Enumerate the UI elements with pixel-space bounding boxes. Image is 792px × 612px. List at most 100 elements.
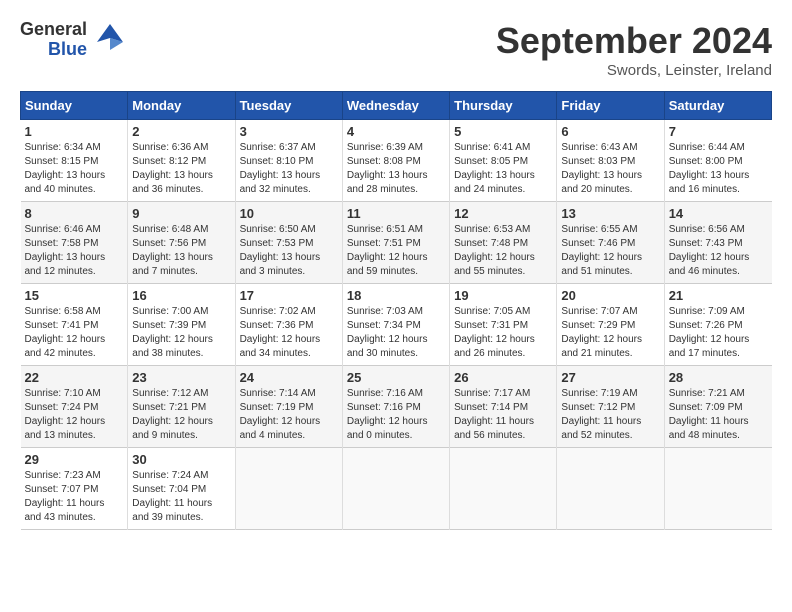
day-number: 11 xyxy=(347,206,445,221)
header-saturday: Saturday xyxy=(664,92,771,120)
calendar-cell: 24 Sunrise: 7:14 AM Sunset: 7:19 PM Dayli… xyxy=(235,366,342,448)
day-number: 6 xyxy=(561,124,659,139)
calendar-cell xyxy=(664,448,771,530)
title-area: September 2024 Swords, Leinster, Ireland xyxy=(496,20,772,79)
day-number: 5 xyxy=(454,124,552,139)
day-number: 18 xyxy=(347,288,445,303)
day-info: Sunrise: 6:41 AM Sunset: 8:05 PM Dayligh… xyxy=(454,141,552,197)
calendar-week-row: 8 Sunrise: 6:46 AM Sunset: 7:58 PM Daylig… xyxy=(21,202,772,284)
header-wednesday: Wednesday xyxy=(342,92,449,120)
day-info: Sunrise: 7:02 AM Sunset: 7:36 PM Dayligh… xyxy=(240,305,338,361)
day-number: 23 xyxy=(132,370,230,385)
calendar-cell xyxy=(557,448,664,530)
day-number: 10 xyxy=(240,206,338,221)
header-tuesday: Tuesday xyxy=(235,92,342,120)
calendar-cell: 27Sunrise: 7:19 AM Sunset: 7:12 PM Dayli… xyxy=(557,366,664,448)
calendar-cell: 18 Sunrise: 7:03 AM Sunset: 7:34 PM Dayli… xyxy=(342,284,449,366)
calendar-week-row: 15 Sunrise: 6:58 AM Sunset: 7:41 PM Dayli… xyxy=(21,284,772,366)
day-info: Sunrise: 6:48 AM Sunset: 7:56 PM Dayligh… xyxy=(132,223,230,279)
day-number: 3 xyxy=(240,124,338,139)
day-info: Sunrise: 7:03 AM Sunset: 7:34 PM Dayligh… xyxy=(347,305,445,361)
calendar-cell: 23 Sunrise: 7:12 AM Sunset: 7:21 PM Dayli… xyxy=(128,366,235,448)
calendar-cell xyxy=(235,448,342,530)
day-info: Sunrise: 7:17 AM Sunset: 7:14 PM Dayligh… xyxy=(454,387,552,443)
page-header: General Blue September 2024 Swords, Lein… xyxy=(20,20,772,79)
calendar-cell: 20 Sunrise: 7:07 AM Sunset: 7:29 PM Dayli… xyxy=(557,284,664,366)
day-number: 22 xyxy=(25,370,124,385)
calendar-header-row: SundayMondayTuesdayWednesdayThursdayFrid… xyxy=(21,92,772,120)
calendar-cell: 15 Sunrise: 6:58 AM Sunset: 7:41 PM Dayli… xyxy=(21,284,128,366)
calendar-cell: 28 Sunrise: 7:21 AM Sunset: 7:09 PM Dayli… xyxy=(664,366,771,448)
day-number: 14 xyxy=(669,206,768,221)
day-info: Sunrise: 6:58 AM Sunset: 7:41 PM Dayligh… xyxy=(25,305,124,361)
day-number: 1 xyxy=(25,124,124,139)
day-info: Sunrise: 7:10 AM Sunset: 7:24 PM Dayligh… xyxy=(25,387,124,443)
day-info: Sunrise: 6:39 AM Sunset: 8:08 PM Dayligh… xyxy=(347,141,445,197)
location-subtitle: Swords, Leinster, Ireland xyxy=(496,62,772,79)
calendar-cell: 9 Sunrise: 6:48 AM Sunset: 7:56 PM Daylig… xyxy=(128,202,235,284)
day-info: Sunrise: 7:16 AM Sunset: 7:16 PM Dayligh… xyxy=(347,387,445,443)
calendar-cell: 4 Sunrise: 6:39 AM Sunset: 8:08 PM Daylig… xyxy=(342,120,449,202)
day-info: Sunrise: 7:21 AM Sunset: 7:09 PM Dayligh… xyxy=(669,387,768,443)
day-info: Sunrise: 7:05 AM Sunset: 7:31 PM Dayligh… xyxy=(454,305,552,361)
calendar-cell: 12 Sunrise: 6:53 AM Sunset: 7:48 PM Dayli… xyxy=(450,202,557,284)
calendar-cell: 3 Sunrise: 6:37 AM Sunset: 8:10 PM Daylig… xyxy=(235,120,342,202)
calendar-cell: 14Sunrise: 6:56 AM Sunset: 7:43 PM Dayli… xyxy=(664,202,771,284)
calendar-cell: 11 Sunrise: 6:51 AM Sunset: 7:51 PM Dayli… xyxy=(342,202,449,284)
day-number: 29 xyxy=(25,452,124,467)
calendar-cell: 1 Sunrise: 6:34 AM Sunset: 8:15 PM Daylig… xyxy=(21,120,128,202)
header-monday: Monday xyxy=(128,92,235,120)
day-number: 16 xyxy=(132,288,230,303)
header-friday: Friday xyxy=(557,92,664,120)
calendar-cell: 8 Sunrise: 6:46 AM Sunset: 7:58 PM Daylig… xyxy=(21,202,128,284)
day-number: 25 xyxy=(347,370,445,385)
day-info: Sunrise: 7:09 AM Sunset: 7:26 PM Dayligh… xyxy=(669,305,768,361)
calendar-cell: 13Sunrise: 6:55 AM Sunset: 7:46 PM Dayli… xyxy=(557,202,664,284)
day-number: 24 xyxy=(240,370,338,385)
day-info: Sunrise: 7:07 AM Sunset: 7:29 PM Dayligh… xyxy=(561,305,659,361)
day-number: 13 xyxy=(561,206,659,221)
calendar-cell xyxy=(450,448,557,530)
calendar-cell xyxy=(342,448,449,530)
day-info: Sunrise: 7:12 AM Sunset: 7:21 PM Dayligh… xyxy=(132,387,230,443)
calendar-cell: 16Sunrise: 7:00 AM Sunset: 7:39 PM Dayli… xyxy=(128,284,235,366)
day-info: Sunrise: 7:24 AM Sunset: 7:04 PM Dayligh… xyxy=(132,469,230,525)
calendar-cell: 2 Sunrise: 6:36 AM Sunset: 8:12 PM Daylig… xyxy=(128,120,235,202)
calendar-table: SundayMondayTuesdayWednesdayThursdayFrid… xyxy=(20,91,772,530)
day-info: Sunrise: 6:34 AM Sunset: 8:15 PM Dayligh… xyxy=(25,141,124,197)
logo: General Blue xyxy=(20,20,125,60)
day-info: Sunrise: 7:14 AM Sunset: 7:19 PM Dayligh… xyxy=(240,387,338,443)
day-number: 21 xyxy=(669,288,768,303)
day-number: 17 xyxy=(240,288,338,303)
day-info: Sunrise: 6:44 AM Sunset: 8:00 PM Dayligh… xyxy=(669,141,768,197)
day-number: 7 xyxy=(669,124,768,139)
calendar-cell: 30 Sunrise: 7:24 AM Sunset: 7:04 PM Dayli… xyxy=(128,448,235,530)
calendar-cell: 5 Sunrise: 6:41 AM Sunset: 8:05 PM Daylig… xyxy=(450,120,557,202)
day-number: 4 xyxy=(347,124,445,139)
day-info: Sunrise: 6:43 AM Sunset: 8:03 PM Dayligh… xyxy=(561,141,659,197)
calendar-week-row: 29Sunrise: 7:23 AM Sunset: 7:07 PM Dayli… xyxy=(21,448,772,530)
day-number: 28 xyxy=(669,370,768,385)
day-info: Sunrise: 6:37 AM Sunset: 8:10 PM Dayligh… xyxy=(240,141,338,197)
day-number: 15 xyxy=(25,288,124,303)
day-number: 30 xyxy=(132,452,230,467)
day-info: Sunrise: 6:53 AM Sunset: 7:48 PM Dayligh… xyxy=(454,223,552,279)
day-number: 8 xyxy=(25,206,124,221)
day-number: 27 xyxy=(561,370,659,385)
calendar-cell: 29Sunrise: 7:23 AM Sunset: 7:07 PM Dayli… xyxy=(21,448,128,530)
day-number: 26 xyxy=(454,370,552,385)
day-info: Sunrise: 6:51 AM Sunset: 7:51 PM Dayligh… xyxy=(347,223,445,279)
day-number: 2 xyxy=(132,124,230,139)
day-number: 19 xyxy=(454,288,552,303)
day-number: 9 xyxy=(132,206,230,221)
header-thursday: Thursday xyxy=(450,92,557,120)
day-info: Sunrise: 6:50 AM Sunset: 7:53 PM Dayligh… xyxy=(240,223,338,279)
calendar-cell: 6 Sunrise: 6:43 AM Sunset: 8:03 PM Daylig… xyxy=(557,120,664,202)
calendar-cell: 10 Sunrise: 6:50 AM Sunset: 7:53 PM Dayli… xyxy=(235,202,342,284)
day-info: Sunrise: 6:36 AM Sunset: 8:12 PM Dayligh… xyxy=(132,141,230,197)
calendar-cell: 22 Sunrise: 7:10 AM Sunset: 7:24 PM Dayli… xyxy=(21,366,128,448)
day-info: Sunrise: 6:46 AM Sunset: 7:58 PM Dayligh… xyxy=(25,223,124,279)
calendar-cell: 19 Sunrise: 7:05 AM Sunset: 7:31 PM Dayli… xyxy=(450,284,557,366)
day-number: 12 xyxy=(454,206,552,221)
day-number: 20 xyxy=(561,288,659,303)
